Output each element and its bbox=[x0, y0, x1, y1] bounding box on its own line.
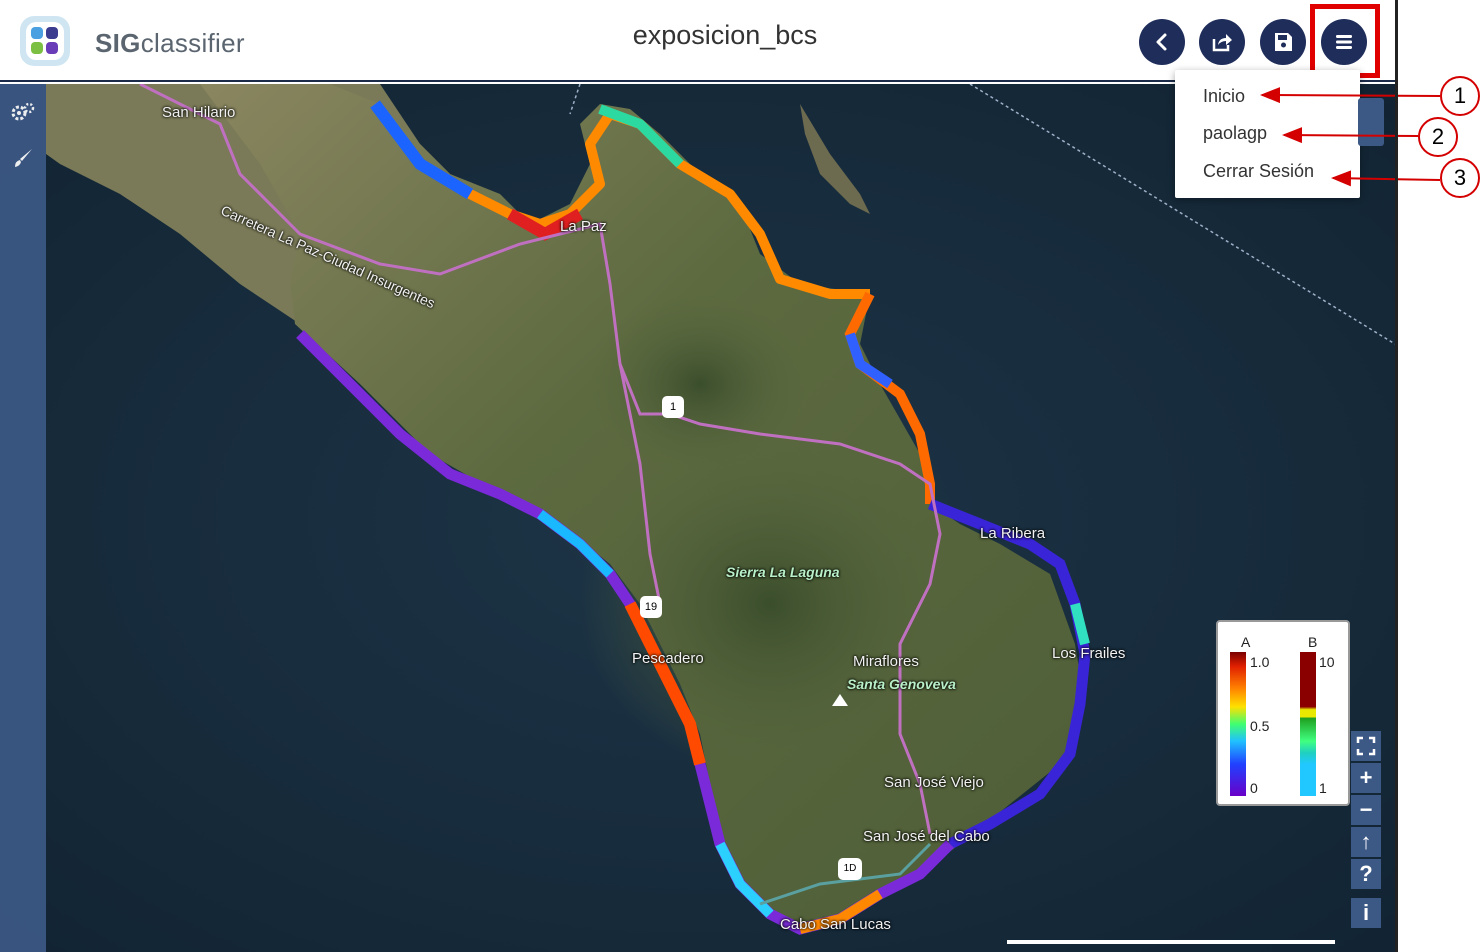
fullscreen-icon bbox=[1356, 736, 1376, 756]
help-button[interactable]: ? bbox=[1351, 859, 1381, 889]
legend-b-min: 1 bbox=[1319, 780, 1327, 796]
legend-b-gradient bbox=[1300, 652, 1316, 796]
legend-a-mid: 0.5 bbox=[1250, 718, 1270, 734]
info-button[interactable]: i bbox=[1351, 898, 1381, 928]
reset-north-button[interactable]: ↑ bbox=[1351, 827, 1381, 857]
zoom-in-button[interactable]: + bbox=[1351, 763, 1381, 793]
legend-a-gradient bbox=[1230, 652, 1246, 796]
app-root: San Hilario Carretera La Paz-Ciudad Insu… bbox=[0, 0, 1482, 952]
callout-3: 3 bbox=[1440, 158, 1480, 198]
legend-b-max: 10 bbox=[1319, 654, 1335, 670]
callout-1: 1 bbox=[1440, 76, 1480, 116]
legend-b-title: B bbox=[1308, 634, 1318, 650]
annotation-arrows bbox=[1260, 87, 1441, 187]
callout-2: 2 bbox=[1418, 117, 1458, 157]
scale-bar bbox=[1007, 940, 1335, 944]
window-edge bbox=[1395, 0, 1398, 952]
legend-a-min: 0 bbox=[1250, 780, 1258, 796]
fullscreen-button[interactable] bbox=[1351, 731, 1381, 761]
legend-a-title: A bbox=[1241, 634, 1251, 650]
legend-a-max: 1.0 bbox=[1250, 654, 1270, 670]
zoom-out-button[interactable]: − bbox=[1351, 795, 1381, 825]
map-legend: A 1.0 0.5 0 B 10 1 bbox=[1216, 620, 1350, 806]
